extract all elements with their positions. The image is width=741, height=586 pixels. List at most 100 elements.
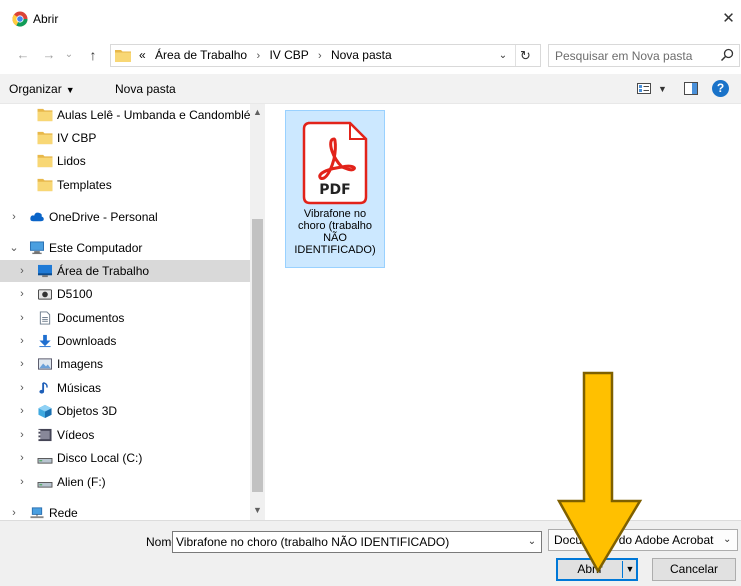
breadcrumb-desktop[interactable]: Área de Trabalho <box>149 48 247 62</box>
title-bar: Abrir ✕ <box>0 0 741 38</box>
pdf-icon-text: PDF <box>319 182 350 198</box>
sidebar-item-label: Este Computador <box>49 241 143 255</box>
collapsed-chevron-icon[interactable]: › <box>17 307 27 329</box>
sidebar-item-label: OneDrive - Personal <box>49 210 158 224</box>
address-bar[interactable]: « Área de Trabalho › IV CBP › Nova pasta… <box>110 44 541 67</box>
sidebar-item-label: Aulas Lelê - Umbanda e Candomblé <box>57 108 251 122</box>
sidebar-item-label: Objetos 3D <box>57 404 118 418</box>
back-arrow-icon[interactable]: ← <box>14 45 32 65</box>
new-folder-button[interactable]: Nova pasta <box>115 81 176 97</box>
music-icon <box>39 382 48 394</box>
preview-pane-icon[interactable] <box>684 82 698 95</box>
open-button-label[interactable]: Abrir <box>558 560 622 579</box>
close-button[interactable]: ✕ <box>716 8 741 30</box>
sidebar-item-label: Disco Local (C:) <box>57 451 143 465</box>
sidebar-item-label: Músicas <box>57 381 102 395</box>
sidebar-item-documentos[interactable]: › Documentos <box>0 307 250 329</box>
sidebar-item-alien-f[interactable]: › Alien (F:) <box>0 471 250 493</box>
file-item[interactable]: PDF Vibrafone no choro (trabalho NÃO IDE… <box>285 110 385 268</box>
help-icon[interactable]: ? <box>712 80 729 97</box>
folder-icon <box>37 108 53 122</box>
collapsed-chevron-icon[interactable]: › <box>17 471 27 493</box>
sidebar-item-label: D5100 <box>57 287 93 301</box>
navigation-pane[interactable]: Aulas Lelê - Umbanda e Candomblé IV CBP Li… <box>0 104 265 520</box>
filetype-chevron-icon[interactable]: ⌄ <box>723 532 731 548</box>
collapsed-chevron-icon[interactable]: › <box>17 353 27 375</box>
sidebar-item-rede[interactable]: › Rede <box>0 502 250 520</box>
breadcrumb-overflow[interactable]: « <box>139 48 146 62</box>
sidebar-item-iv-cbp[interactable]: IV CBP <box>0 127 250 149</box>
scroll-down-icon[interactable]: ▼ <box>250 502 265 518</box>
view-options-caret-icon[interactable]: ▼ <box>658 82 667 96</box>
camera-icon <box>38 289 52 300</box>
computer-icon <box>30 241 44 255</box>
search-box[interactable] <box>548 44 740 67</box>
bottom-panel: Nome: ⌄ Documento do Adobe Acrobat ⌄ Abr… <box>0 520 741 586</box>
expanded-chevron-icon[interactable]: ⌄ <box>9 237 19 259</box>
sidebar-item-label: Área de Trabalho <box>57 264 150 278</box>
cloud-icon <box>30 212 44 222</box>
folder-icon <box>37 178 53 192</box>
search-input[interactable] <box>555 47 715 64</box>
breadcrumb-nova-pasta[interactable]: Nova pasta <box>331 48 392 62</box>
sidebar-item-rea-de-trabalho[interactable]: › Área de Trabalho <box>0 260 250 282</box>
sidebar-item-d5100[interactable]: › D5100 <box>0 283 250 305</box>
open-options-caret-icon[interactable]: ▼ <box>624 560 636 579</box>
sidebar-item-aulas-lel-umbanda-e-candombl[interactable]: Aulas Lelê - Umbanda e Candomblé <box>0 104 250 126</box>
sidebar-item-onedrive-personal[interactable]: › OneDrive - Personal <box>0 206 250 228</box>
sidebar-item-lidos[interactable]: Lidos <box>0 150 250 172</box>
sidebar-item-disco-local-c[interactable]: › Disco Local (C:) <box>0 447 250 469</box>
sidebar-item-templates[interactable]: Templates <box>0 174 250 196</box>
filename-dropdown-icon[interactable]: ⌄ <box>523 532 541 552</box>
sidebar-item-label: Templates <box>57 178 112 192</box>
forward-arrow-icon[interactable]: → <box>40 45 58 65</box>
cancel-button[interactable]: Cancelar <box>652 558 736 581</box>
folder-icon <box>37 154 53 168</box>
sidebar-item-imagens[interactable]: › Imagens <box>0 353 250 375</box>
file-list[interactable]: PDF Vibrafone no choro (trabalho NÃO IDE… <box>265 104 741 520</box>
sidebar-item-este-computador[interactable]: ⌄ Este Computador <box>0 237 250 259</box>
collapsed-chevron-icon[interactable]: › <box>9 206 19 228</box>
sidebar-item-downloads[interactable]: › Downloads <box>0 330 250 352</box>
breadcrumb[interactable]: « Área de Trabalho › IV CBP › Nova pasta <box>139 45 392 66</box>
scroll-thumb[interactable] <box>252 219 263 492</box>
search-icon[interactable] <box>719 47 735 64</box>
view-options-icon[interactable] <box>637 83 651 94</box>
desktop-icon <box>38 264 52 278</box>
breadcrumb-separator[interactable]: › <box>250 50 266 62</box>
collapsed-chevron-icon[interactable]: › <box>17 447 27 469</box>
up-arrow-icon[interactable]: ↑ <box>84 45 102 65</box>
open-button[interactable]: Abrir ▼ <box>556 558 638 581</box>
recent-locations-chevron-icon[interactable]: ⌄ <box>63 45 75 65</box>
cube-icon <box>38 404 52 418</box>
sidebar-item-m-sicas[interactable]: › Músicas <box>0 377 250 399</box>
collapsed-chevron-icon[interactable]: › <box>17 260 27 282</box>
refresh-icon[interactable]: ↻ <box>515 45 535 66</box>
filetype-select[interactable]: Documento do Adobe Acrobat ⌄ <box>548 529 738 551</box>
filename-input[interactable] <box>176 534 516 550</box>
address-dropdown-icon[interactable]: ⌄ <box>496 45 510 66</box>
scroll-up-icon[interactable]: ▲ <box>250 104 265 120</box>
document-icon <box>39 311 51 325</box>
collapsed-chevron-icon[interactable]: › <box>17 400 27 422</box>
collapsed-chevron-icon[interactable]: › <box>17 377 27 399</box>
network-icon <box>30 507 44 519</box>
image-icon <box>38 358 52 370</box>
folder-icon <box>115 50 131 62</box>
chrome-icon <box>12 11 28 27</box>
organize-button[interactable]: Organizar ▼ <box>9 81 75 98</box>
filetype-value: Documento do Adobe Acrobat <box>554 533 714 547</box>
collapsed-chevron-icon[interactable]: › <box>17 424 27 446</box>
collapsed-chevron-icon[interactable]: › <box>17 330 27 352</box>
sidebar-item-label: Vídeos <box>57 428 95 442</box>
filename-combobox[interactable]: ⌄ <box>172 531 542 553</box>
sidebar-item-v-deos[interactable]: › Vídeos <box>0 424 250 446</box>
collapsed-chevron-icon[interactable]: › <box>9 502 19 520</box>
command-toolbar: Organizar ▼ Nova pasta ▼ ? <box>0 74 741 104</box>
drive-icon <box>37 482 53 488</box>
collapsed-chevron-icon[interactable]: › <box>17 283 27 305</box>
sidebar-item-objetos-3d[interactable]: › Objetos 3D <box>0 400 250 422</box>
nav-scrollbar[interactable]: ▲ ▼ <box>250 104 265 520</box>
breadcrumb-iv-cbp[interactable]: IV CBP <box>269 48 308 62</box>
breadcrumb-separator[interactable]: › <box>312 50 328 62</box>
